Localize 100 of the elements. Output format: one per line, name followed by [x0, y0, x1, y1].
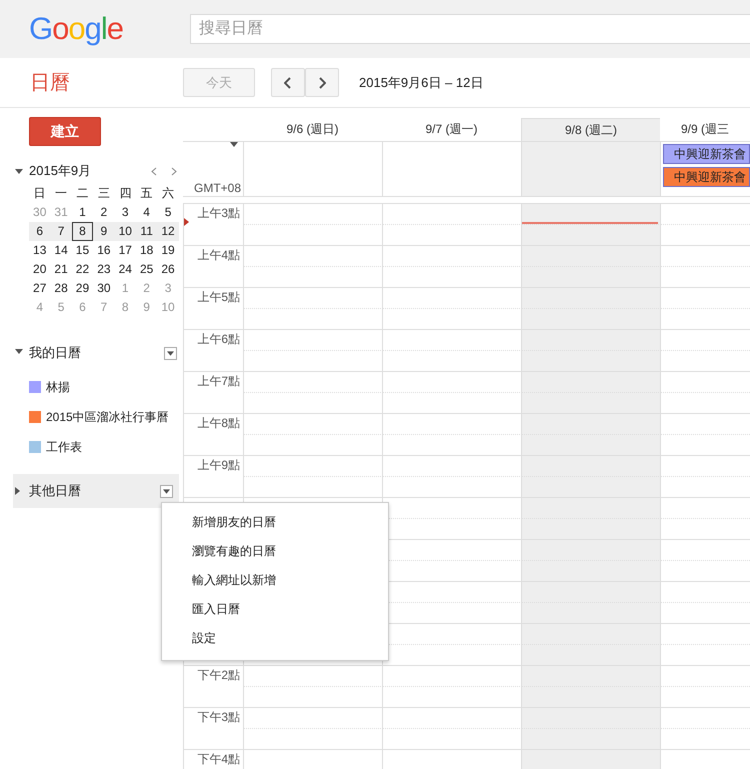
- time-slot[interactable]: [243, 288, 382, 330]
- time-slot[interactable]: [521, 624, 660, 666]
- time-slot[interactable]: [660, 246, 750, 288]
- calendar-day[interactable]: 5: [157, 204, 179, 221]
- search-field[interactable]: 搜尋日曆: [190, 14, 750, 44]
- dropdown-button[interactable]: [160, 484, 173, 498]
- color-swatch[interactable]: [29, 411, 41, 423]
- time-slot[interactable]: [521, 414, 660, 456]
- time-slot[interactable]: [243, 666, 382, 708]
- time-slot[interactable]: [243, 456, 382, 498]
- calendar-day[interactable]: 3: [114, 204, 136, 221]
- time-slot[interactable]: [660, 708, 750, 750]
- menu-item[interactable]: 輸入網址以新增: [162, 566, 388, 595]
- time-slot[interactable]: [382, 204, 521, 246]
- time-slot[interactable]: [660, 582, 750, 624]
- calendar-day[interactable]: 2: [93, 204, 115, 221]
- time-slot[interactable]: [521, 204, 660, 246]
- color-swatch[interactable]: [29, 381, 41, 393]
- time-slot[interactable]: [660, 540, 750, 582]
- calendar-day[interactable]: 30: [93, 280, 115, 297]
- calendar-day[interactable]: 28: [50, 280, 72, 297]
- menu-item[interactable]: 匯入日曆: [162, 595, 388, 624]
- day-header[interactable]: 9/9 (週三: [660, 118, 750, 141]
- time-slot[interactable]: [660, 498, 750, 540]
- time-slot[interactable]: [382, 708, 521, 750]
- dropdown-button[interactable]: [164, 346, 177, 360]
- day-header[interactable]: 9/6 (週日): [243, 118, 382, 141]
- time-slot[interactable]: [660, 330, 750, 372]
- calendar-day[interactable]: 21: [50, 261, 72, 278]
- section-title[interactable]: 其他日曆: [29, 482, 81, 500]
- day-header[interactable]: 9/8 (週二): [521, 118, 660, 141]
- time-slot[interactable]: [521, 330, 660, 372]
- calendar-day[interactable]: 14: [50, 242, 72, 259]
- time-slot[interactable]: [382, 288, 521, 330]
- time-slot[interactable]: [521, 246, 660, 288]
- time-slot[interactable]: [521, 456, 660, 498]
- calendar-week[interactable]: 13 14 15 16 17 18 19: [29, 241, 179, 260]
- time-slot[interactable]: [382, 246, 521, 288]
- calendar-day[interactable]: 10: [114, 223, 136, 240]
- calendar-week[interactable]: 20 21 22 23 24 25 26: [29, 260, 179, 279]
- calendar-day[interactable]: 16: [93, 242, 115, 259]
- time-slot[interactable]: [243, 414, 382, 456]
- time-slot[interactable]: [243, 330, 382, 372]
- calendar-week[interactable]: 6 7 8 9 10 11 12: [29, 222, 179, 241]
- section-header[interactable]: 其他日曆: [13, 474, 179, 508]
- calendar-day[interactable]: 13: [29, 242, 50, 259]
- calendar-name[interactable]: 2015中區溜冰社行事曆: [46, 408, 169, 426]
- previous-button[interactable]: [271, 68, 305, 97]
- menu-item[interactable]: 新增朋友的日曆: [162, 508, 388, 537]
- calendar-day[interactable]: 6: [29, 223, 50, 240]
- caret-icon[interactable]: [230, 142, 238, 147]
- time-slot[interactable]: [382, 498, 521, 540]
- menu-item[interactable]: 設定: [162, 624, 388, 653]
- all-day-slot[interactable]: 中興迎新茶會 中興迎新茶會: [660, 142, 750, 196]
- time-slot[interactable]: [243, 372, 382, 414]
- calendar-day[interactable]: 7: [50, 223, 72, 240]
- time-slot[interactable]: [382, 456, 521, 498]
- calendar-day[interactable]: 11: [136, 223, 158, 240]
- time-slot[interactable]: [521, 372, 660, 414]
- time-slot[interactable]: [243, 246, 382, 288]
- section-title[interactable]: 我的日曆: [29, 344, 81, 362]
- event-chip[interactable]: 中興迎新茶會: [663, 167, 750, 187]
- time-slot[interactable]: [660, 624, 750, 666]
- time-slot[interactable]: [521, 498, 660, 540]
- calendar-day[interactable]: 15: [72, 242, 94, 259]
- calendar-day[interactable]: 17: [114, 242, 136, 259]
- time-slot[interactable]: [660, 288, 750, 330]
- calendar-week[interactable]: 27 28 29 30 1 2 3: [29, 279, 179, 298]
- calendar-day[interactable]: 18: [136, 242, 158, 259]
- menu-item[interactable]: 瀏覽有趣的日曆: [162, 537, 388, 566]
- time-slot[interactable]: [521, 540, 660, 582]
- time-slot[interactable]: [660, 414, 750, 456]
- next-button[interactable]: [305, 68, 339, 97]
- time-slot[interactable]: [382, 330, 521, 372]
- time-slot[interactable]: [660, 666, 750, 708]
- calendar-day[interactable]: 24: [114, 261, 136, 278]
- time-slot[interactable]: [521, 582, 660, 624]
- collapse-arrow-icon[interactable]: [15, 168, 23, 174]
- calendar-name[interactable]: 林揚: [46, 378, 70, 396]
- calendar-day[interactable]: 25: [136, 261, 158, 278]
- calendar-day[interactable]: 9: [93, 223, 115, 240]
- chevron-left-icon[interactable]: [151, 166, 157, 176]
- calendar-day[interactable]: 27: [29, 280, 50, 297]
- chevron-right-icon[interactable]: [171, 166, 177, 176]
- calendar-day[interactable]: 19: [157, 242, 179, 259]
- calendar-day[interactable]: 8: [72, 222, 94, 241]
- calendar-day[interactable]: 12: [157, 223, 179, 240]
- time-slot[interactable]: [660, 372, 750, 414]
- time-slot[interactable]: [382, 414, 521, 456]
- event-chip[interactable]: 中興迎新茶會: [663, 144, 750, 164]
- time-slot[interactable]: [382, 666, 521, 708]
- time-slot[interactable]: [243, 204, 382, 246]
- calendar-day[interactable]: 26: [157, 261, 179, 278]
- time-slot[interactable]: [521, 666, 660, 708]
- color-swatch[interactable]: [29, 441, 41, 453]
- calendar-day[interactable]: 29: [72, 280, 94, 297]
- calendar-week[interactable]: 30 31 1 2 3 4 5: [29, 203, 179, 222]
- calendar-day[interactable]: 1: [72, 204, 94, 221]
- time-slot[interactable]: [521, 708, 660, 750]
- time-slot[interactable]: [660, 456, 750, 498]
